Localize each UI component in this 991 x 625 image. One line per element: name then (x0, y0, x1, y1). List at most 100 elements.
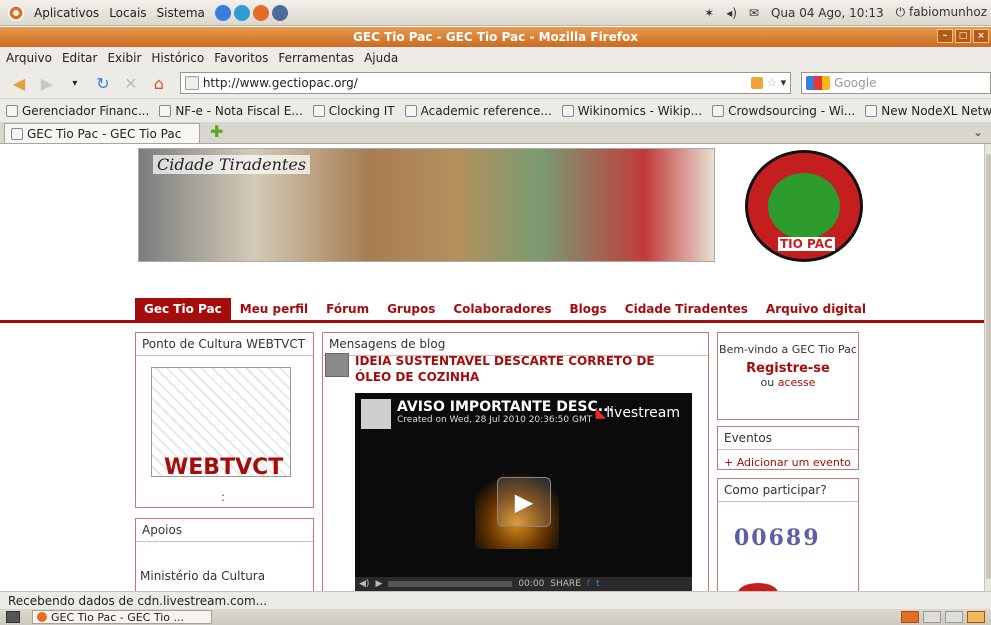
search-placeholder: Google (834, 76, 877, 90)
post-author-avatar[interactable] (325, 353, 349, 377)
nav-cidade-tiradentes[interactable]: Cidade Tiradentes (616, 298, 757, 320)
workspace-icon[interactable] (923, 611, 941, 623)
scrollbar-thumb[interactable] (986, 154, 991, 579)
home-button[interactable]: ⌂ (148, 72, 170, 94)
menu-exibir[interactable]: Exibir (107, 51, 141, 65)
close-button[interactable]: × (973, 29, 989, 43)
video-header: AVISO IMPORTANTE DESC... Created on Wed,… (361, 399, 614, 429)
play-icon[interactable]: ▶ (497, 477, 551, 527)
workspace-switcher[interactable] (901, 611, 991, 623)
menu-aplicativos[interactable]: Aplicativos (34, 6, 99, 20)
bookmark-label: Academic reference... (420, 103, 552, 118)
participate-title: Como participar? (718, 479, 858, 502)
window-titlebar[interactable]: GEC Tio Pac - GEC Tio Pac - Mozilla Fire… (0, 27, 991, 47)
skype-icon[interactable] (233, 4, 250, 21)
menu-locais[interactable]: Locais (109, 6, 146, 20)
webtvct-box-title: Ponto de Cultura WEBTVCT (136, 333, 313, 356)
gec-logo[interactable]: TIO PAC (745, 150, 863, 262)
menu-arquivo[interactable]: Arquivo (6, 51, 52, 65)
workspace-icon[interactable] (945, 611, 963, 623)
menu-sistema[interactable]: Sistema (157, 6, 205, 20)
menu-ferramentas[interactable]: Ferramentas (278, 51, 354, 65)
nav-meu-perfil[interactable]: Meu perfil (231, 298, 317, 320)
maximize-button[interactable]: □ (955, 29, 971, 43)
reload-button[interactable]: ↻ (92, 72, 114, 94)
nav-grupos[interactable]: Grupos (378, 298, 444, 320)
firefox-launcher-icon[interactable] (252, 4, 269, 21)
bookmark-item[interactable]: NF-e - Nota Fiscal E... (159, 104, 303, 118)
livestream-logo[interactable]: ◣livestream (595, 405, 680, 421)
google-engine-icon[interactable] (806, 76, 831, 90)
trash-icon[interactable] (967, 611, 985, 623)
bookmark-label: New NodeXL Netwo... (881, 103, 991, 118)
video-player[interactable]: AVISO IMPORTANTE DESC... Created on Wed,… (355, 393, 692, 591)
login-link[interactable]: acesse (778, 376, 816, 389)
network-launcher-icon[interactable] (271, 4, 288, 21)
apoios-item[interactable]: Ministério da Cultura (140, 569, 265, 583)
bookmark-item[interactable]: Academic reference... (404, 103, 552, 118)
new-tab-icon[interactable]: ✚ (210, 122, 223, 141)
bookmark-item[interactable]: Clocking IT (312, 104, 395, 118)
stop-button[interactable]: ✕ (120, 72, 142, 94)
twitter-icon[interactable]: t (596, 579, 600, 589)
menu-favoritos[interactable]: Favoritos (214, 51, 268, 65)
menu-historico[interactable]: Histórico (151, 51, 204, 65)
welcome-box: Bem-vindo a GEC Tio Pac Registre-se ou a… (717, 332, 859, 420)
welcome-text: Bem-vindo a GEC Tio Pac (719, 343, 857, 356)
nav-forum[interactable]: Fórum (317, 298, 378, 320)
vertical-scrollbar[interactable] (984, 144, 991, 591)
facebook-icon[interactable]: f (587, 579, 590, 589)
workspace-icon[interactable] (901, 611, 919, 623)
url-bar[interactable]: http://www.gectiopac.org/ ☆ ▾ (179, 72, 792, 94)
history-dropdown-icon[interactable]: ▾ (64, 72, 86, 94)
play-control-icon[interactable]: ▶ (375, 579, 382, 589)
minimize-button[interactable]: – (937, 29, 953, 43)
logo-inner-shape (768, 173, 840, 239)
menu-ajuda[interactable]: Ajuda (364, 51, 398, 65)
bookmark-icon (312, 104, 325, 117)
forward-button[interactable]: ▶ (36, 72, 58, 94)
video-share[interactable]: SHARE (550, 579, 581, 589)
menu-editar[interactable]: Editar (62, 51, 98, 65)
clock[interactable]: Qua 04 Ago, 10:13 (771, 6, 884, 20)
nav-gec-tio-pac[interactable]: Gec Tio Pac (135, 298, 231, 320)
bookmark-item[interactable]: New NodeXL Netwo... (865, 104, 991, 118)
search-box[interactable]: Google (801, 72, 991, 94)
bluetooth-icon[interactable]: ✶ (704, 6, 714, 20)
webtvct-label: WEBTVCT (164, 455, 284, 480)
site-favicon-icon (184, 76, 199, 90)
ubuntu-logo-icon[interactable] (8, 4, 24, 21)
tab-strip: GEC Tio Pac - GEC Tio Pac ✚ ⌄ (0, 122, 991, 144)
nav-blogs[interactable]: Blogs (561, 298, 616, 320)
back-button[interactable]: ◀ (8, 72, 30, 94)
bookmark-icon (404, 104, 417, 117)
events-title: Eventos (718, 427, 858, 450)
tab-title: GEC Tio Pac - GEC Tio Pac (27, 126, 182, 141)
nav-arquivo-digital[interactable]: Arquivo digital (757, 298, 875, 320)
rss-icon[interactable] (750, 76, 763, 89)
url-text[interactable]: http://www.gectiopac.org/ (203, 76, 358, 90)
url-dropdown-icon[interactable]: ▾ (781, 76, 787, 89)
add-event-link[interactable]: + Adicionar um evento (718, 450, 858, 475)
show-desktop-icon[interactable] (6, 611, 20, 623)
volume-icon[interactable]: ◂) (726, 6, 737, 20)
volume-control-icon[interactable]: ◀) (359, 579, 369, 589)
video-progress-bar[interactable] (388, 581, 513, 587)
user-menu[interactable]: ⏻ fabiomunhoz (896, 5, 987, 20)
livestream-dot-icon: ◣ (595, 405, 607, 421)
help-icon[interactable] (214, 4, 231, 21)
bookmark-item[interactable]: Crowdsourcing - Wi... (712, 104, 855, 118)
mail-icon[interactable]: ✉ (749, 6, 759, 20)
bookmark-item[interactable]: Gerenciador Financ... (6, 104, 149, 118)
taskbar-window-button[interactable]: GEC Tio Pac - GEC Tio ... (32, 610, 212, 624)
bookmark-item[interactable]: Wikinomics - Wikip... (561, 104, 702, 118)
login-line: ou acesse (718, 376, 858, 389)
web-page: Cidade Tiradentes TIO PAC Gec Tio Pac Me… (0, 144, 984, 591)
bookmark-star-icon[interactable]: ☆ (767, 76, 777, 89)
tab-list-icon[interactable]: ⌄ (973, 125, 983, 139)
tab-gec-tio-pac[interactable]: GEC Tio Pac - GEC Tio Pac (4, 123, 200, 143)
bookmark-icon (6, 104, 18, 117)
post-title-link[interactable]: IDEIA SUSTENTAVEL DESCARTE CORRETO DE ÓL… (355, 353, 695, 385)
register-link[interactable]: Registre-se (718, 361, 858, 376)
nav-colaboradores[interactable]: Colaboradores (444, 298, 560, 320)
